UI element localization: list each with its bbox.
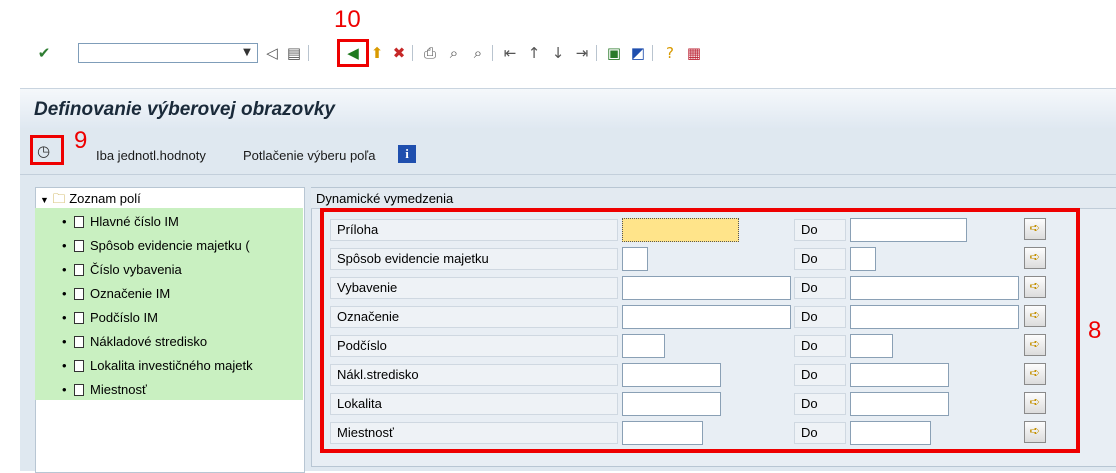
- tree-item[interactable]: • Číslo vybavenia: [62, 262, 302, 277]
- info-icon[interactable]: i: [398, 145, 416, 163]
- document-icon: [74, 240, 84, 252]
- first-page-icon[interactable]: ⇤: [500, 43, 520, 63]
- expand-arrow-icon[interactable]: ▼: [40, 195, 49, 205]
- annotation-label-9: 9: [74, 127, 88, 154]
- help-icon[interactable]: ?: [660, 43, 680, 63]
- cancel-icon[interactable]: ✖: [389, 43, 409, 63]
- document-icon: [74, 312, 84, 324]
- print-icon[interactable]: ⎙: [420, 43, 440, 63]
- toolbar-separator: [412, 45, 413, 61]
- annotation-box-10: [337, 39, 369, 67]
- toolbar-separator: [308, 45, 309, 61]
- next-page-icon[interactable]: ↓: [548, 43, 568, 63]
- document-icon: [74, 384, 84, 396]
- document-icon: [74, 264, 84, 276]
- back-arrow-icon[interactable]: ◁: [262, 43, 282, 63]
- tree-item[interactable]: • Podčíslo IM: [62, 310, 302, 325]
- shortcut-icon[interactable]: ◩: [628, 43, 648, 63]
- annotation-box-8: [320, 208, 1080, 453]
- annotation-label-10: 10: [334, 6, 361, 33]
- check-icon[interactable]: ✔: [34, 43, 54, 63]
- tree-item[interactable]: • Miestnosť: [62, 382, 302, 397]
- tree-header-label: Zoznam polí: [69, 191, 141, 206]
- suppress-field-selection-button[interactable]: Potlačenie výberu poľa: [243, 148, 375, 163]
- single-values-button[interactable]: Iba jednotl.hodnoty: [96, 148, 206, 163]
- tree-item[interactable]: • Hlavné číslo IM: [62, 214, 302, 229]
- find-icon[interactable]: ⌕: [444, 43, 464, 63]
- exit-icon[interactable]: ⬆: [367, 43, 387, 63]
- prev-page-icon[interactable]: ↑: [524, 43, 544, 63]
- tree-item[interactable]: • Spôsob evidencie majetku (: [62, 238, 302, 253]
- folder-icon: 🗀: [52, 191, 66, 206]
- tree-item[interactable]: • Lokalita investičného majetk: [62, 358, 302, 373]
- tree-item[interactable]: • Nákladové stredisko: [62, 334, 302, 349]
- new-session-icon[interactable]: ▣: [604, 43, 624, 63]
- toolbar-separator: [596, 45, 597, 61]
- save-icon[interactable]: ▤: [284, 43, 304, 63]
- find-next-icon[interactable]: ⌕: [468, 43, 488, 63]
- tree-header[interactable]: ▼ 🗀 Zoznam polí: [40, 190, 141, 212]
- toolbar-separator: [492, 45, 493, 61]
- toolbar-separator: [652, 45, 653, 61]
- dropdown-icon[interactable]: ▼: [238, 44, 256, 62]
- document-icon: [74, 360, 84, 372]
- page-title: Definovanie výberovej obrazovky: [34, 99, 335, 120]
- document-icon: [74, 336, 84, 348]
- document-icon: [74, 216, 84, 228]
- tree-item[interactable]: • Označenie IM: [62, 286, 302, 301]
- layout-icon[interactable]: ▦: [684, 43, 704, 63]
- command-field[interactable]: [78, 43, 258, 63]
- document-icon: [74, 288, 84, 300]
- dynamic-selections-title: Dynamické vymedzenia: [316, 191, 454, 206]
- annotation-box-9: [30, 135, 64, 165]
- annotation-label-8: 8: [1088, 317, 1102, 344]
- last-page-icon[interactable]: ⇥: [572, 43, 592, 63]
